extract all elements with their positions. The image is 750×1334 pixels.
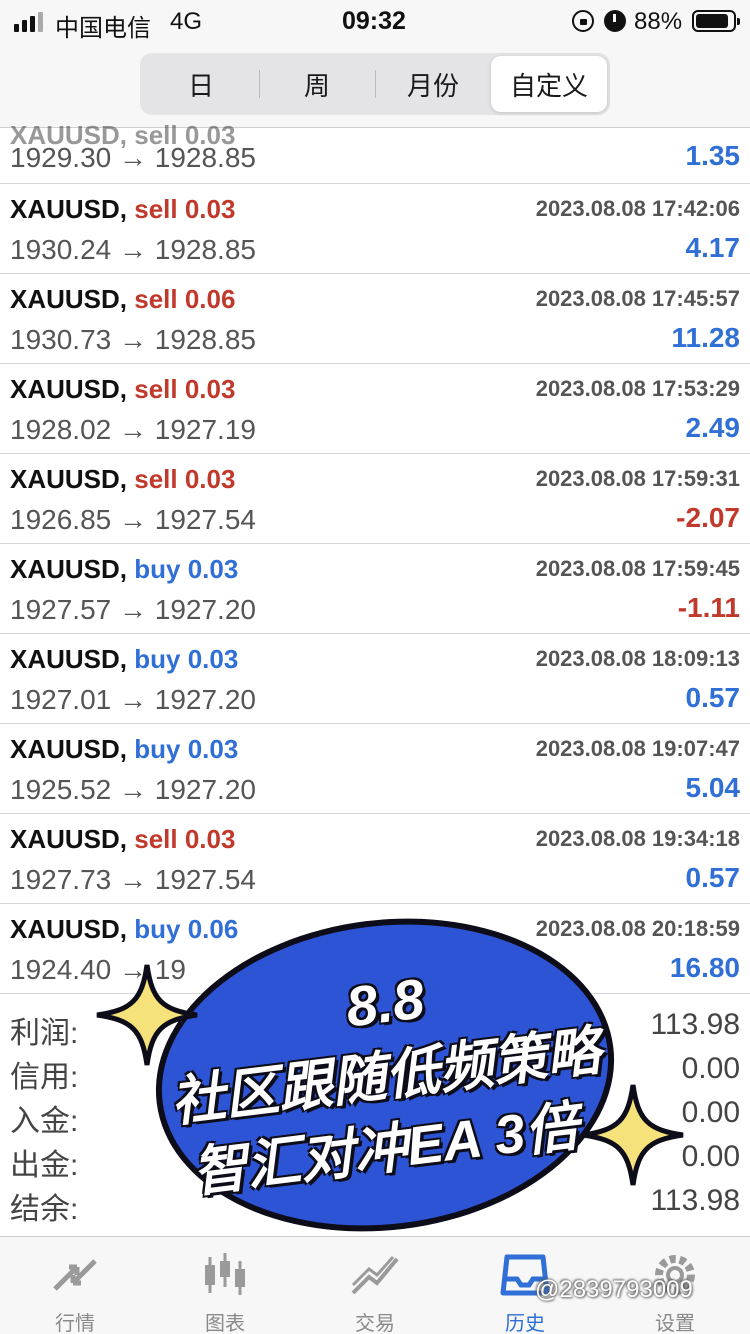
trade-time: 2023.08.08 17:59:45 — [535, 556, 740, 581]
summary-label: 入金: — [10, 1105, 79, 1138]
period-tab-week[interactable]: 周 — [259, 56, 375, 112]
summary-value: 0.00 — [681, 1096, 740, 1129]
trade-profit: 1.35 — [685, 140, 741, 171]
trade-symbol: XAUUSD, — [10, 464, 128, 494]
trade-side: sell 0.06 — [134, 284, 236, 314]
trade-row[interactable]: XAUUSD, buy 0.03 2023.08.08 17:59:45 192… — [0, 544, 750, 634]
tab-label: 行情 — [55, 1313, 95, 1334]
trade-side: sell 0.03 — [134, 824, 236, 854]
trade-time: 2023.08.08 18:09:13 — [535, 646, 740, 671]
summary-label: 利润: — [10, 1017, 79, 1050]
trade-symbol: XAUUSD, — [10, 554, 128, 584]
summary-value: 0.00 — [681, 1140, 740, 1173]
trade-side: sell 0.03 — [134, 374, 236, 404]
trade-row[interactable]: XAUUSD, sell 0.03 2023.08.08 17:59:31 19… — [0, 454, 750, 544]
trade-profit: 5.04 — [685, 772, 741, 803]
trade-profit: -1.11 — [677, 592, 740, 623]
trade-prices: 1930.73 → 1928.85 — [10, 324, 256, 355]
trade-profit: 16.80 — [669, 952, 740, 983]
trade-symbol: XAUUSD, — [10, 644, 128, 674]
trade-symbol: XAUUSD, — [10, 374, 128, 404]
status-bar: 中国电信 4G 09:32 88% — [0, 0, 750, 44]
trade-prices: 1927.57 → 1927.20 — [10, 594, 256, 625]
period-tab-month[interactable]: 月份 — [375, 56, 491, 112]
sparkle-icon — [96, 964, 198, 1066]
trade-profit: 4.17 — [685, 232, 741, 263]
trade-prices: 1927.73 → 1927.54 — [10, 864, 256, 895]
trade-row[interactable]: XAUUSD, sell 0.03 2023.08.08 19:34:18 19… — [0, 814, 750, 904]
promo-overlay: 8.8 社区跟随低频策略 智汇对冲EA 3倍 — [137, 893, 633, 1257]
summary-label: 结余: — [10, 1193, 79, 1226]
trade-profit: 11.28 — [671, 322, 740, 353]
trade-row[interactable]: XAUUSD, buy 0.03 2023.08.08 19:07:47 192… — [0, 724, 750, 814]
trade-time: 2023.08.08 19:07:47 — [535, 736, 740, 761]
status-time: 09:32 — [342, 7, 406, 35]
period-tab-custom[interactable]: 自定义 — [491, 56, 607, 112]
orientation-lock-icon — [572, 10, 594, 32]
battery-percent: 88% — [634, 8, 683, 35]
trade-row[interactable]: XAUUSD, sell 0.03 2023.08.08 17:42:06 19… — [0, 184, 750, 274]
summary-label: 信用: — [10, 1061, 79, 1094]
trade-symbol: XAUUSD, — [10, 194, 128, 224]
quotes-icon — [53, 1259, 97, 1291]
battery-level — [696, 14, 728, 28]
trade-history-list: XAUUSD, sell 0.03 1929.30 → 1928.85 1.35… — [0, 120, 750, 994]
period-segmented-control: 日 周 月份 自定义 — [140, 53, 610, 115]
summary-value: 113.98 — [650, 1008, 740, 1041]
tab-quotes[interactable]: 行情 — [0, 1237, 150, 1334]
signal-icon — [14, 12, 43, 32]
trade-profit: 0.57 — [685, 862, 741, 893]
trade-row[interactable]: XAUUSD, sell 0.06 2023.08.08 17:45:57 19… — [0, 274, 750, 364]
tab-label: 图表 — [205, 1313, 245, 1334]
trade-profit: 2.49 — [685, 412, 741, 443]
trade-symbol: XAUUSD, — [10, 734, 128, 764]
watermark: @2839793009 — [535, 1276, 693, 1303]
trade-side: sell 0.03 — [134, 464, 236, 494]
trade-symbol: XAUUSD, — [10, 824, 128, 854]
trade-side: buy 0.03 — [134, 644, 239, 674]
trade-prices: 1926.85 → 1927.54 — [10, 504, 256, 535]
tab-label: 历史 — [505, 1313, 545, 1334]
tab-label: 交易 — [355, 1313, 395, 1334]
trade-side: buy 0.03 — [134, 734, 239, 764]
trade-profit: 0.57 — [685, 682, 741, 713]
trade-symbol: XAUUSD, — [10, 914, 128, 944]
trade-profit: -2.07 — [676, 502, 740, 533]
sparkle-icon — [582, 1084, 684, 1186]
trade-time: 2023.08.08 17:59:31 — [535, 466, 740, 491]
trade-prices: 1930.24 → 1928.85 — [10, 234, 256, 265]
summary-value: 0.00 — [681, 1052, 740, 1085]
tab-chart[interactable]: 图表 — [150, 1237, 300, 1334]
trade-prices: 1927.01 → 1927.20 — [10, 684, 256, 715]
trade-time: 2023.08.08 17:53:29 — [535, 376, 740, 401]
tab-label: 设置 — [655, 1313, 695, 1334]
trade-row-partial[interactable]: XAUUSD, sell 0.03 1929.30 → 1928.85 1.35 — [0, 120, 750, 184]
carrier-label: 中国电信 — [55, 15, 151, 42]
trade-icon — [351, 1256, 399, 1295]
period-nav: 日 周 月份 自定义 — [0, 44, 750, 128]
period-tab-day[interactable]: 日 — [143, 56, 259, 112]
trade-prices: 1929.30 → 1928.85 — [10, 142, 256, 173]
trade-row[interactable]: XAUUSD, buy 0.03 2023.08.08 18:09:13 192… — [0, 634, 750, 724]
trade-side: buy 0.03 — [134, 554, 239, 584]
trade-prices: 1925.52 → 1927.20 — [10, 774, 256, 805]
trade-row[interactable]: XAUUSD, sell 0.03 2023.08.08 17:53:29 19… — [0, 364, 750, 454]
summary-label: 出金: — [10, 1149, 79, 1182]
network-label: 4G — [170, 8, 203, 35]
tab-trade[interactable]: 交易 — [300, 1237, 450, 1334]
alarm-icon — [604, 10, 626, 32]
trade-time: 2023.08.08 17:42:06 — [535, 196, 740, 221]
battery-icon — [692, 10, 740, 32]
trade-time: 2023.08.08 17:45:57 — [535, 286, 740, 311]
chart-icon — [205, 1253, 245, 1295]
trade-side: sell 0.03 — [134, 194, 236, 224]
trade-symbol: XAUUSD, — [10, 284, 128, 314]
trade-prices: 1928.02 → 1927.19 — [10, 414, 256, 445]
trade-time: 2023.08.08 19:34:18 — [535, 826, 740, 851]
